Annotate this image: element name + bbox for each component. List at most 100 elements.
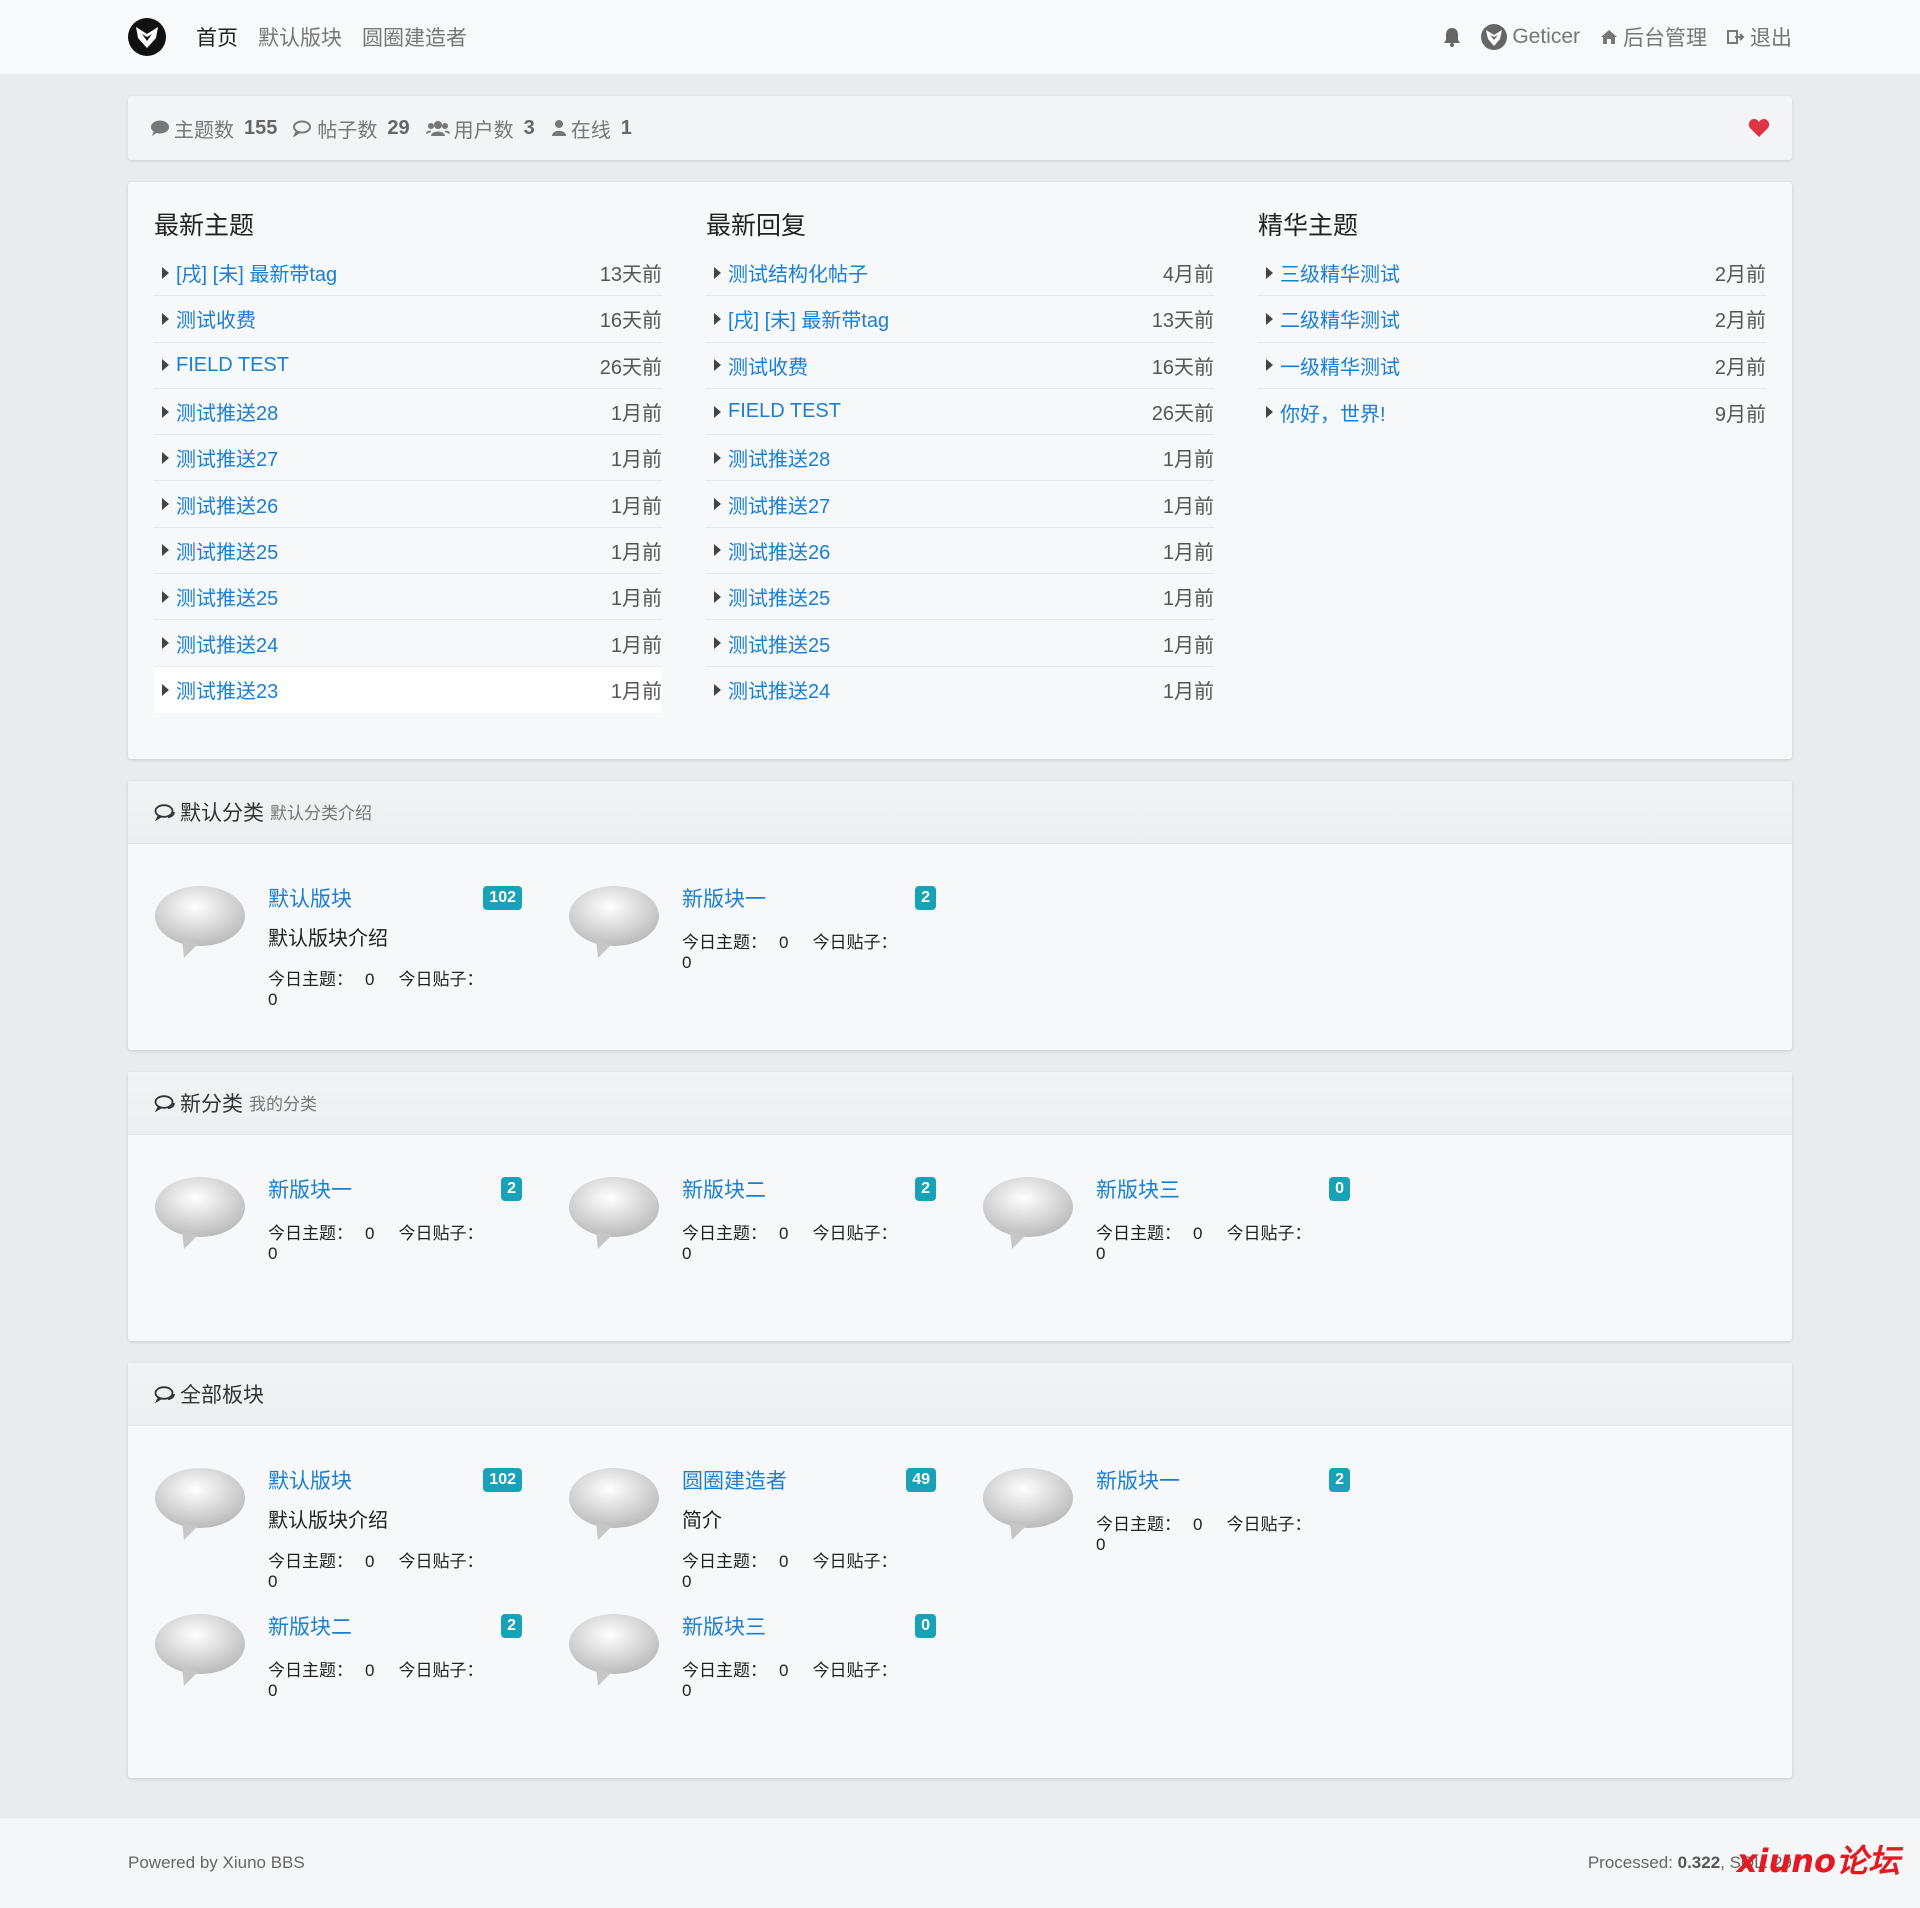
- admin-link[interactable]: 后台管理: [1600, 22, 1707, 52]
- thread-link[interactable]: 一级精华测试: [1280, 351, 1715, 380]
- thread-count-badge: 2: [915, 885, 936, 910]
- forum-link[interactable]: 默认版块: [268, 883, 352, 913]
- caret-right-icon: [706, 451, 728, 464]
- speech-bubble-icon[interactable]: [154, 1173, 246, 1253]
- today-posts-value: 0: [682, 1243, 692, 1263]
- category-header: 全部板块: [128, 1362, 1792, 1426]
- forum-link[interactable]: 新版块一: [682, 883, 766, 913]
- speech-bubble-icon[interactable]: [568, 1464, 660, 1544]
- today-posts-label: 今日贴子：: [398, 969, 484, 989]
- thread-link[interactable]: 测试推送27: [728, 490, 1163, 519]
- user-menu[interactable]: Geticer: [1481, 24, 1580, 50]
- thread-link[interactable]: 测试收费: [176, 304, 600, 333]
- list-item: 测试收费 16天前: [154, 296, 662, 343]
- forum-today-stats: 今日主题： 0 今日贴子：0: [682, 1656, 936, 1701]
- forum-today-stats: 今日主题： 0 今日贴子：0: [682, 1219, 936, 1264]
- speech-bubble-icon[interactable]: [568, 882, 660, 962]
- thread-link[interactable]: [戌] [未] 最新带tag: [728, 304, 1152, 333]
- thread-link[interactable]: 你好，世界!: [1280, 398, 1715, 427]
- thread-count-badge: 2: [501, 1613, 522, 1638]
- forum-link[interactable]: 新版块三: [682, 1611, 766, 1641]
- thread-time: 1月前: [1162, 449, 1214, 472]
- forum-link[interactable]: 新版块二: [682, 1174, 766, 1204]
- thread-link[interactable]: 测试推送24: [176, 629, 611, 658]
- thread-count-badge: 102: [483, 1467, 522, 1492]
- thread-link[interactable]: 测试推送25: [728, 582, 1163, 611]
- list-item: 测试收费 16天前: [706, 343, 1214, 389]
- thread-link[interactable]: 测试推送28: [728, 443, 1163, 472]
- today-threads-value: 0: [365, 1660, 375, 1680]
- today-threads-label: 今日主题：: [268, 1551, 353, 1571]
- today-posts-label: 今日贴子：: [398, 1551, 484, 1571]
- threads-label: 主题数: [174, 119, 234, 142]
- forum-link[interactable]: 新版块三: [1096, 1174, 1180, 1204]
- thread-link[interactable]: 测试推送24: [728, 675, 1163, 704]
- posts-label: 帖子数: [317, 119, 378, 142]
- category-name: 新分类: [180, 1092, 243, 1116]
- online-label: 在线: [570, 119, 611, 142]
- thread-link[interactable]: 测试收费: [728, 351, 1152, 380]
- thread-time: 16天前: [1151, 356, 1214, 379]
- forum-info: 新版块三 0 今日主题： 0 今日贴子：0: [1096, 1173, 1350, 1301]
- caret-right-icon: [154, 498, 176, 511]
- forum-desc: 默认版块介绍: [268, 1509, 388, 1532]
- forum-today-stats: 今日主题： 0 今日贴子：0: [268, 1656, 522, 1701]
- thread-link[interactable]: 三级精华测试: [1280, 258, 1715, 287]
- list-item: 测试推送26 1月前: [154, 481, 662, 528]
- forum-link[interactable]: 默认版块: [268, 1465, 352, 1495]
- thread-time: 2月前: [1714, 356, 1766, 379]
- thread-link[interactable]: 测试推送26: [728, 536, 1163, 565]
- site-logo[interactable]: [128, 18, 166, 56]
- speech-bubble-icon[interactable]: [982, 1464, 1074, 1544]
- thread-link[interactable]: 测试推送25: [176, 582, 611, 611]
- today-posts-value: 0: [268, 1571, 278, 1591]
- category-header: 新分类 我的分类: [128, 1071, 1792, 1135]
- thread-link[interactable]: [戌] [未] 最新带tag: [176, 258, 600, 287]
- thread-link[interactable]: 测试结构化帖子: [728, 258, 1163, 287]
- forum-item: 新版块三 0 今日主题： 0 今日贴子：0: [568, 1610, 982, 1738]
- speech-bubble-icon[interactable]: [154, 882, 246, 962]
- today-posts-value: 0: [1096, 1534, 1106, 1554]
- thread-time: 1月前: [1162, 495, 1214, 518]
- notification-bell-icon[interactable]: [1443, 25, 1461, 49]
- thread-link[interactable]: FIELD TEST: [728, 400, 1152, 423]
- thread-time: 26天前: [1151, 403, 1214, 426]
- thread-link[interactable]: 二级精华测试: [1280, 304, 1715, 333]
- thread-time: 1月前: [610, 541, 662, 564]
- today-threads-value: 0: [779, 1660, 789, 1680]
- page-footer: Powered by Xiuno BBS Processed: 0.322, S…: [0, 1817, 1920, 1908]
- today-threads-label: 今日主题：: [268, 1223, 353, 1243]
- thread-link[interactable]: 测试推送25: [728, 629, 1163, 658]
- list-item: [戌] [未] 最新带tag 13天前: [706, 296, 1214, 343]
- forum-link[interactable]: 新版块一: [1096, 1465, 1180, 1495]
- thread-link[interactable]: 测试推送28: [176, 397, 611, 426]
- logout-link[interactable]: 退出: [1727, 22, 1792, 52]
- list-item: FIELD TEST 26天前: [154, 343, 662, 389]
- speech-bubble-icon[interactable]: [154, 1464, 246, 1544]
- heart-icon[interactable]: [1748, 117, 1770, 140]
- thread-link[interactable]: 测试推送25: [176, 536, 611, 565]
- forum-link[interactable]: 新版块一: [268, 1174, 352, 1204]
- thread-link[interactable]: 测试推送27: [176, 443, 611, 472]
- nav-home[interactable]: 首页: [196, 22, 238, 52]
- today-threads-value: 0: [1193, 1223, 1203, 1243]
- speech-bubble-icon[interactable]: [982, 1173, 1074, 1253]
- thread-link[interactable]: 测试推送23: [176, 675, 611, 704]
- caret-right-icon: [706, 637, 728, 650]
- threads-count: 155: [244, 116, 278, 139]
- speech-bubble-icon[interactable]: [568, 1173, 660, 1253]
- list-item: 测试推送25 1月前: [154, 574, 662, 621]
- thread-link[interactable]: FIELD TEST: [176, 354, 600, 377]
- thread-link[interactable]: 测试推送26: [176, 490, 611, 519]
- forum-link[interactable]: 新版块二: [268, 1611, 352, 1641]
- forum-info: 默认版块 102 默认版块介绍 今日主题： 0 今日贴子：0: [268, 882, 522, 1010]
- nav-circle-builder[interactable]: 圆圈建造者: [362, 22, 467, 52]
- forum-link[interactable]: 圆圈建造者: [682, 1465, 787, 1495]
- thread-time: 1月前: [1162, 681, 1214, 704]
- speech-bubble-icon[interactable]: [568, 1610, 660, 1690]
- speech-bubble-icon[interactable]: [154, 1610, 246, 1690]
- powered-by-text: Powered by Xiuno BBS: [128, 1852, 305, 1872]
- nav-default-forum[interactable]: 默认版块: [258, 22, 342, 52]
- forum-item: 新版块一 2 今日主题： 0 今日贴子：0: [154, 1173, 568, 1301]
- today-threads-label: 今日主题：: [1096, 1514, 1181, 1534]
